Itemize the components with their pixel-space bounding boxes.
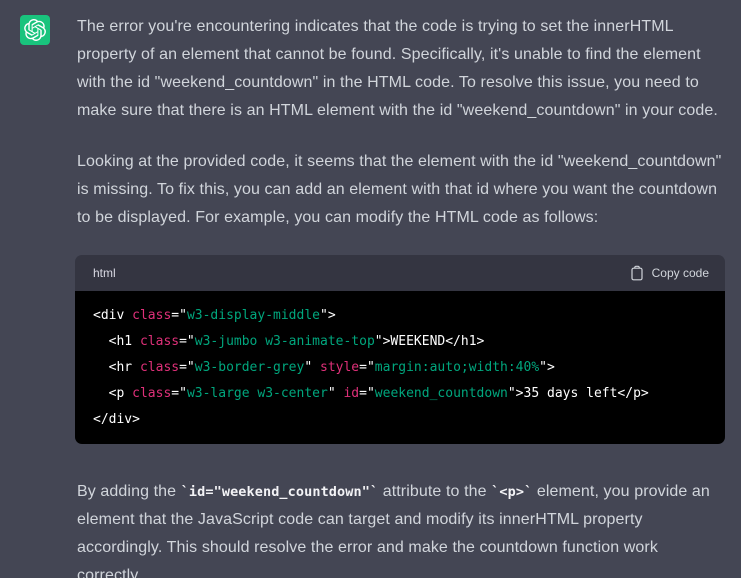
openai-logo-icon <box>24 19 46 41</box>
inline-code: `<p>` <box>491 484 533 500</box>
code-line: <p class="w3-large w3-center" id="weeken… <box>93 386 649 401</box>
copy-code-label: Copy code <box>651 266 709 280</box>
clipboard-icon <box>631 265 643 281</box>
paragraph-1: The error you're encountering indicates … <box>77 18 718 119</box>
code-line: </div> <box>93 412 140 427</box>
inline-code: `id="weekend_countdown"` <box>180 484 379 500</box>
assistant-message: The error you're encountering indicates … <box>0 0 741 578</box>
chatgpt-avatar <box>20 15 50 45</box>
code-content: <div class="w3-display-middle"> <h1 clas… <box>75 291 725 444</box>
message-content: The error you're encountering indicates … <box>75 13 725 578</box>
code-line: <div class="w3-display-middle"> <box>93 308 336 323</box>
code-block-header: html Copy code <box>75 255 725 291</box>
code-line: <hr class="w3-border-grey" style="margin… <box>93 360 555 375</box>
copy-code-button[interactable]: Copy code <box>630 265 709 281</box>
code-language-label: html <box>93 266 116 280</box>
code-line: <h1 class="w3-jumbo w3-animate-top">WEEK… <box>93 334 485 349</box>
paragraph-3: By adding the `id="weekend_countdown"` a… <box>77 483 710 578</box>
code-block: html Copy code <div class="w3-display-mi… <box>75 255 725 444</box>
paragraph-2: Looking at the provided code, it seems t… <box>77 153 722 226</box>
